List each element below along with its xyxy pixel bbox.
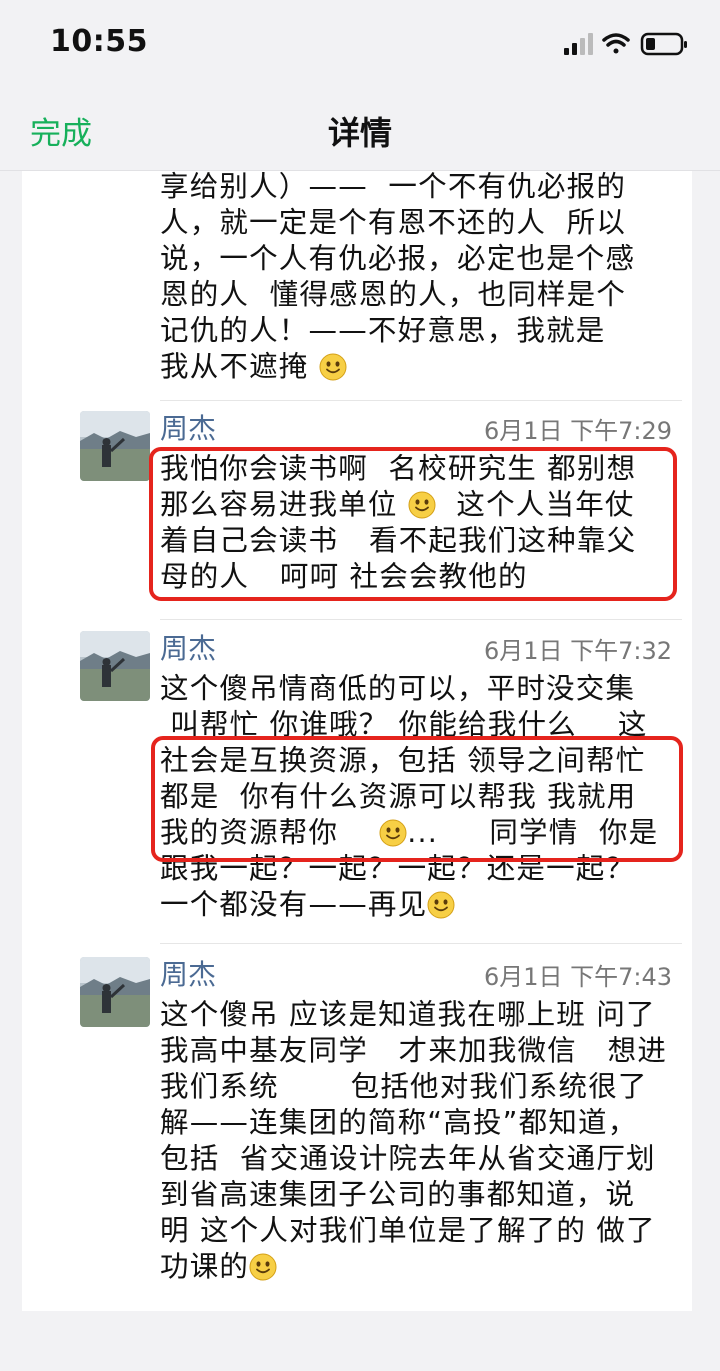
smile-emoji-icon [408,491,436,519]
message-line: 到省高速集团子公司的事都知道，说 [160,1178,636,1211]
status-bar: 10:55 [0,0,720,90]
message-line: 我高中基友同学 才来加我微信 想进 [160,1034,668,1067]
sender-name[interactable]: 周杰 [160,627,216,667]
smile-emoji-icon [319,353,347,381]
message-time: 6月1日 下午7:43 [483,963,672,991]
smile-emoji-icon [427,891,455,919]
message-line: 说，一个人有仇必报，必定也是个感 [160,242,636,275]
message-text: 我怕你会读书啊 名校研究生 都别想 那么容易进我单位 这个人当年仗 着自己会读书… [160,451,680,595]
message-line: 着自己会读书 看不起我们这种靠父 [160,524,637,557]
divider [160,619,682,620]
avatar[interactable] [80,957,150,1027]
message-line: 人，就一定是个有恩不还的人 所以 [160,206,627,239]
message-line: 我们系统 包括他对我们系统很了 [160,1070,648,1103]
sender-name[interactable]: 周杰 [160,953,216,993]
message-line: 都是 你有什么资源可以帮我 我就用 [160,780,637,813]
wifi-icon [602,33,630,54]
message-item[interactable]: 周杰 6月1日 下午7:29 我怕你会读书啊 名校研究生 都别想 那么容易进我单… [22,403,692,603]
message-text: 这个傻吊 应该是知道我在哪上班 问了 我高中基友同学 才来加我微信 想进 我们系… [160,997,680,1285]
battery-icon [640,32,687,56]
sender-name[interactable]: 周杰 [160,407,216,447]
message-text: 这个傻吊情商低的可以，平时没交集 叫帮忙 你谁哦？ 你能给我什么 这 社会是互换… [160,671,680,923]
avatar[interactable] [80,411,150,481]
signal-icon [564,33,593,55]
message-line: 我从不遮掩 [160,349,680,385]
status-time: 10:55 [50,24,148,59]
message-line: 明 这个人对我们单位是了解了的 做了 [160,1214,656,1247]
smile-emoji-icon [249,1253,277,1281]
message-line: 我怕你会读书啊 名校研究生 都别想 [160,452,637,485]
message-text-continued: 享给别人）—— 一个不有仇必报的 人，就一定是个有恩不还的人 所以 说，一个人有… [160,171,680,385]
message-line: 那么容易进我单位 这个人当年仗 [160,488,635,521]
message-time: 6月1日 下午7:32 [483,637,672,665]
message-line: 我的资源帮你 ... 同学情 你是 [160,816,659,849]
nav-bar: 完成 详情 [0,90,720,171]
divider [160,943,682,944]
status-icons [564,30,692,58]
message-line: 解——连集团的简称“高投”都知道， [160,1106,638,1139]
message-line: 恩的人 懂得感恩的人，也同样是个 [160,278,627,311]
message-item[interactable]: 周杰 6月1日 下午7:43 这个傻吊 应该是知道我在哪上班 问了 我高中基友同… [22,949,692,1311]
message-line: 功课的 [160,1249,680,1285]
message-line: 叫帮忙 你谁哦？ 你能给我什么 这 [160,708,648,741]
message-item[interactable]: 周杰 6月1日 下午7:32 这个傻吊情商低的可以，平时没交集 叫帮忙 你谁哦？… [22,623,692,941]
divider [160,400,682,401]
message-list[interactable]: 享给别人）—— 一个不有仇必报的 人，就一定是个有恩不还的人 所以 说，一个人有… [22,171,692,1311]
message-line: 这个傻吊 应该是知道我在哪上班 问了 [160,998,656,1031]
message-line: 记仇的人！——不好意思，我就是 [160,314,606,347]
message-line: 社会是互换资源，包括 领导之间帮忙 [160,744,646,777]
message-line: 这个傻吊情商低的可以，平时没交集 [160,672,636,705]
message-line: 跟我一起？一起？一起？还是一起？ [160,852,636,885]
message-time: 6月1日 下午7:29 [483,417,672,445]
message-line: 母的人 呵呵 社会会教他的 [160,560,528,593]
smile-emoji-icon [379,819,407,847]
message-line: 包括 省交通设计院去年从省交通厅划 [160,1142,656,1175]
avatar[interactable] [80,631,150,701]
page-title: 详情 [327,114,392,152]
message-line: 享给别人）—— 一个不有仇必报的 [160,171,627,203]
message-line: 一个都没有——再见 [160,887,680,923]
